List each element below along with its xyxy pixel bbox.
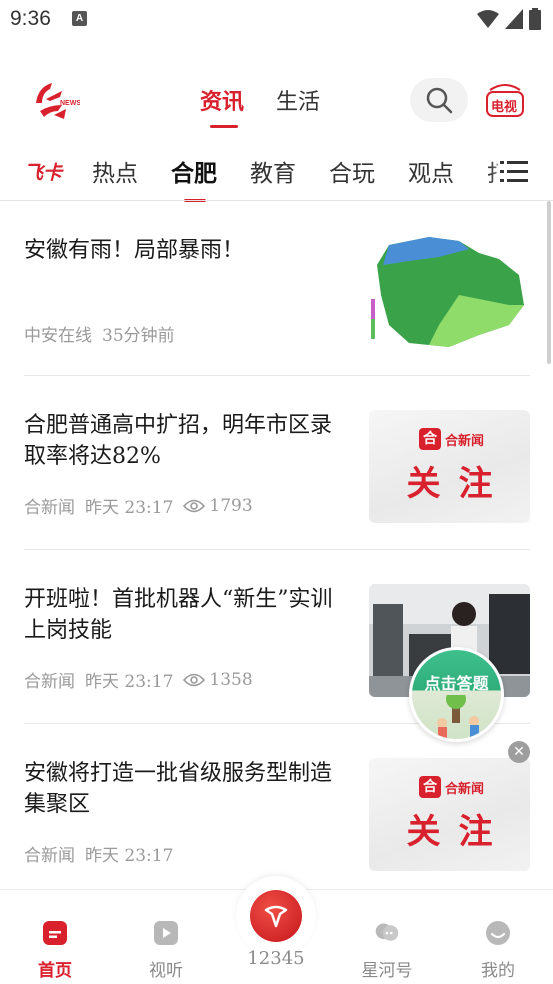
article-time: 昨天 23:17 bbox=[85, 846, 174, 866]
article-time: 35分钟前 bbox=[102, 326, 175, 346]
view-count: 1793 bbox=[183, 495, 253, 516]
article-thumbnail: 合 合新闻 关注 bbox=[369, 410, 530, 523]
signal-icon bbox=[505, 9, 523, 29]
channel-list: 热点 合肥 教育 合玩 观点 打 bbox=[92, 154, 510, 202]
hefei-logo-icon: 合 bbox=[419, 776, 441, 798]
hefei-logo: 合 合新闻 bbox=[419, 776, 484, 798]
nav-media-label: 视听 bbox=[149, 961, 183, 981]
nav-xinghe[interactable]: 星河号 bbox=[347, 920, 427, 981]
play-icon bbox=[154, 921, 178, 945]
article-divider bbox=[24, 549, 530, 550]
status-time: 9:36 bbox=[10, 7, 51, 30]
hefei-logo-text: 合新闻 bbox=[445, 781, 485, 797]
wifi-icon bbox=[477, 10, 499, 28]
channel-hefei[interactable]: 合肥 bbox=[171, 154, 217, 202]
tab-life[interactable]: 生活 bbox=[276, 84, 320, 128]
header: NEWS 资讯 生活 电视 bbox=[0, 70, 553, 134]
nav-hotline-label: 12345 bbox=[247, 948, 305, 969]
view-count-value: 1358 bbox=[209, 669, 253, 690]
news-feed[interactable]: 安徽有雨！局部暴雨！ 中安在线 35分钟前 合肥普通高中扩招，明年市区录取率将达… bbox=[0, 201, 553, 889]
tv-button[interactable]: 电视 bbox=[486, 82, 524, 118]
hefei-big-text: 关注 bbox=[406, 812, 511, 852]
channel-education[interactable]: 教育 bbox=[250, 154, 296, 202]
article-meta: 中安在线 35分钟前 bbox=[24, 321, 175, 346]
hefei-logo: 合 合新闻 bbox=[419, 428, 484, 450]
article-source: 合新闻 bbox=[24, 672, 75, 692]
nav-home-label: 首页 bbox=[38, 961, 72, 981]
home-icon bbox=[43, 921, 67, 945]
status-bar: 9:36 A bbox=[0, 0, 553, 38]
channel-play[interactable]: 合玩 bbox=[329, 154, 375, 202]
nav-media[interactable]: 视听 bbox=[126, 920, 206, 981]
hefei-big-text: 关注 bbox=[406, 464, 511, 504]
tv-label: 电视 bbox=[491, 100, 518, 115]
channel-opinion[interactable]: 观点 bbox=[408, 154, 454, 202]
article-thumbnail: 合 合新闻 关注 bbox=[369, 758, 530, 871]
article-source: 合新闻 bbox=[24, 498, 75, 518]
channel-hot[interactable]: 热点 bbox=[92, 154, 138, 202]
chat-icon bbox=[375, 923, 399, 941]
article-title: 开班啦！首批机器人“新生”实训上岗技能 bbox=[24, 587, 333, 643]
status-icons bbox=[477, 8, 541, 30]
article-divider bbox=[24, 375, 530, 376]
article-source: 中安在线 bbox=[24, 326, 92, 346]
quiz-label: 点击答题 bbox=[424, 674, 489, 693]
weather-map-image bbox=[369, 235, 530, 348]
nav-home[interactable]: 首页 bbox=[15, 920, 95, 981]
article-item[interactable]: 合肥普通高中扩招，明年市区录取率将达82% 合新闻 昨天 23:17 1793 … bbox=[24, 410, 530, 530]
top-tabs: 资讯 生活 bbox=[200, 84, 320, 128]
feika-promo[interactable]: 飞卡 bbox=[24, 158, 62, 185]
article-source: 合新闻 bbox=[24, 846, 75, 866]
nav-xinghe-label: 星河号 bbox=[361, 961, 413, 981]
quiz-close-button[interactable]: ✕ bbox=[508, 741, 530, 763]
article-thumbnail bbox=[369, 235, 530, 348]
article-meta: 合新闻 昨天 23:17 bbox=[24, 841, 173, 866]
hefei-logo-text: 合新闻 bbox=[445, 433, 485, 449]
article-title: 安徽有雨！局部暴雨！ bbox=[24, 238, 245, 263]
article-item[interactable]: 安徽有雨！局部暴雨！ 中安在线 35分钟前 bbox=[24, 235, 530, 365]
eye-icon bbox=[183, 673, 206, 686]
article-title: 合肥普通高中扩招，明年市区录取率将达82% bbox=[24, 413, 333, 469]
article-time: 昨天 23:17 bbox=[85, 498, 174, 518]
hotline-icon bbox=[250, 890, 302, 942]
nav-mine-label: 我的 bbox=[481, 961, 515, 981]
quiz-badge[interactable]: 点击答题 bbox=[409, 647, 504, 742]
feed-scrollbar[interactable] bbox=[547, 201, 551, 364]
channel-bar: 飞卡 热点 合肥 教育 合玩 观点 打 bbox=[0, 152, 553, 202]
search-button[interactable] bbox=[410, 78, 468, 122]
close-icon: ✕ bbox=[513, 744, 525, 760]
channel-menu-button[interactable] bbox=[498, 158, 530, 186]
menu-icon bbox=[500, 161, 528, 182]
battery-icon bbox=[529, 8, 541, 30]
svg-text:NEWS: NEWS bbox=[60, 100, 80, 107]
search-icon bbox=[426, 87, 453, 114]
bottom-nav: 首页 视听 12345 星河号 我的 bbox=[0, 876, 553, 984]
article-meta: 合新闻 昨天 23:17 1793 bbox=[24, 493, 253, 519]
view-count-value: 1793 bbox=[209, 495, 253, 516]
hefei-logo-icon: 合 bbox=[419, 428, 441, 450]
nav-mine[interactable]: 我的 bbox=[458, 920, 538, 981]
quiz-illustration bbox=[437, 695, 479, 739]
view-count: 1358 bbox=[183, 669, 253, 690]
article-meta: 合新闻 昨天 23:17 1358 bbox=[24, 667, 253, 693]
eye-icon bbox=[183, 499, 206, 512]
hotline-glyph bbox=[264, 905, 288, 928]
article-item[interactable]: 安徽将打造一批省级服务型制造集聚区 合新闻 昨天 23:17 合 合新闻 关注 bbox=[24, 758, 530, 878]
hefei-card-image: 合 合新闻 关注 bbox=[369, 758, 530, 871]
notification-icon: A bbox=[72, 11, 87, 26]
hefei-card-image: 合 合新闻 关注 bbox=[369, 410, 530, 523]
article-title: 安徽将打造一批省级服务型制造集聚区 bbox=[24, 761, 333, 817]
article-time: 昨天 23:17 bbox=[85, 672, 174, 692]
app-logo: NEWS bbox=[36, 83, 80, 119]
hotline-button[interactable] bbox=[236, 876, 316, 956]
profile-icon bbox=[486, 921, 510, 945]
tab-news[interactable]: 资讯 bbox=[200, 84, 244, 128]
